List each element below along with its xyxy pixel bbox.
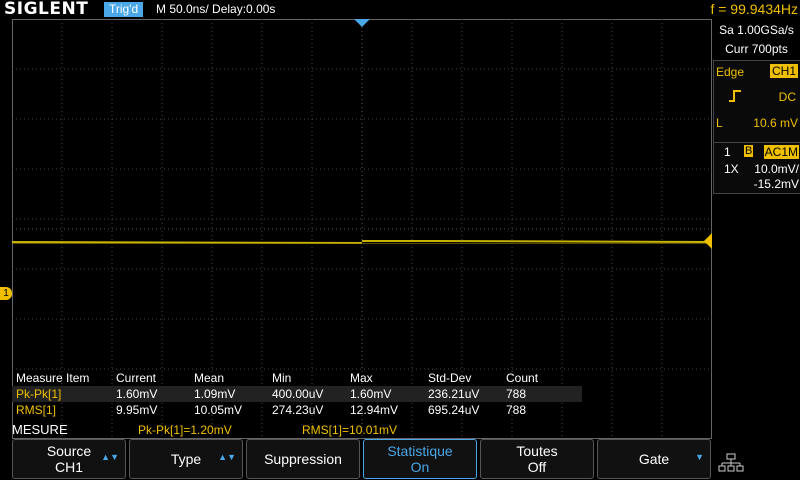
- softkey-label: Suppression: [264, 451, 342, 467]
- frequency-readout: f = 99.9434Hz: [710, 1, 798, 17]
- col-measure-item: Measure Item: [16, 371, 90, 385]
- trigger-type: Edge: [716, 65, 745, 79]
- type-softkey[interactable]: Type ▲▼: [129, 439, 243, 479]
- trigger-status-badge: Trig'd: [104, 2, 144, 17]
- suppression-softkey[interactable]: Suppression: [246, 439, 360, 479]
- timebase-value: M 50.0ns/: [156, 2, 209, 16]
- vertical-scale: 10.0mV/: [754, 162, 799, 176]
- col-min: Min: [272, 371, 292, 385]
- chevron-down-icon: ▼: [695, 452, 704, 462]
- col-count: Count: [506, 371, 539, 385]
- bandwidth-limit-flag: B: [744, 145, 754, 157]
- timebase-readout: M 50.0ns/ Delay:0.00s: [156, 2, 275, 17]
- cell: 12.94mV: [350, 403, 399, 417]
- cell: 236.21uV: [428, 387, 480, 401]
- cell: 1.09mV: [194, 387, 236, 401]
- softkey-value: Off: [527, 459, 547, 475]
- trigger-level-prefix: L: [716, 116, 723, 130]
- pkpk-summary: Pk-Pk[1]=1.20mV: [138, 423, 232, 437]
- trigger-level: 10.6 mV: [753, 116, 798, 130]
- cell: 9.95mV: [116, 403, 158, 417]
- softkey-label: Statistique: [387, 443, 453, 459]
- col-max: Max: [350, 371, 373, 385]
- menu-title: MESURE: [12, 422, 68, 437]
- knob-arrow-icon: ▲▼: [218, 452, 236, 462]
- softkey-bar: Source CH1 ▲▼ Type ▲▼ Suppression Statis…: [12, 439, 712, 480]
- delay-value: Delay:0.00s: [212, 2, 276, 16]
- cell: 695.24uV: [428, 403, 480, 417]
- trigger-info-box[interactable]: Edge CH1 DC L 10.6 mV: [713, 60, 800, 148]
- cell: Pk-Pk[1]: [16, 387, 62, 401]
- probe-attenuation: 1X: [724, 162, 739, 176]
- sample-rate: Sa 1.00GSa/s: [719, 23, 794, 37]
- table-header: Measure Item Current Mean Min Max Std-De…: [12, 370, 582, 386]
- ch1-ground-marker[interactable]: 1: [0, 287, 12, 300]
- rms-summary: RMS[1]=10.01mV: [302, 423, 398, 437]
- table-row[interactable]: RMS[1] 9.95mV 10.05mV 274.23uV 12.94mV 6…: [12, 402, 582, 418]
- trigger-source: CH1: [769, 64, 798, 78]
- gate-softkey[interactable]: Gate ▼: [597, 439, 711, 479]
- cell: 274.23uV: [272, 403, 324, 417]
- table-row[interactable]: Pk-Pk[1] 1.60mV 1.09mV 400.00uV 1.60mV 2…: [12, 386, 582, 402]
- trigger-position-marker: [354, 19, 370, 27]
- measurement-table: Measure Item Current Mean Min Max Std-De…: [12, 370, 582, 418]
- trigger-level-marker: [704, 233, 712, 249]
- softkey-label: Toutes: [516, 443, 558, 459]
- cell: 400.00uV: [272, 387, 324, 401]
- info-panel: Sa 1.00GSa/s Curr 700pts Edge CH1 DC L 1…: [713, 19, 800, 439]
- ch1-trace: [12, 240, 712, 244]
- channel-coupling: AC1M: [763, 145, 799, 159]
- source-softkey[interactable]: Source CH1 ▲▼: [12, 439, 126, 479]
- cell: 1.60mV: [350, 387, 392, 401]
- network-icon: [718, 452, 744, 474]
- cell: 1.60mV: [116, 387, 158, 401]
- cell: RMS[1]: [16, 403, 57, 417]
- ch1-marker-label: 1: [3, 288, 9, 299]
- col-current: Current: [116, 371, 157, 385]
- trigger-coupling: DC: [778, 90, 796, 104]
- col-mean: Mean: [194, 371, 225, 385]
- col-std-dev: Std-Dev: [428, 371, 472, 385]
- memory-depth: Curr 700pts: [725, 42, 788, 56]
- rising-edge-icon: [728, 89, 742, 106]
- cell: 788: [506, 403, 527, 417]
- vertical-offset: -15.2mV: [753, 177, 799, 191]
- all-measure-softkey[interactable]: Toutes Off: [480, 439, 594, 479]
- statistics-softkey[interactable]: Statistique On: [363, 439, 477, 479]
- softkey-value: On: [410, 459, 430, 475]
- channel1-info-box[interactable]: 1 B AC1M 1X 10.0mV/ -15.2mV: [713, 142, 800, 194]
- cell: 788: [506, 387, 527, 401]
- softkey-label: Gate: [638, 451, 670, 467]
- cell: 10.05mV: [194, 403, 243, 417]
- brand-logo: SIGLENT: [4, 0, 89, 19]
- knob-arrow-icon: ▲▼: [101, 452, 119, 462]
- channel-number: 1: [724, 145, 731, 159]
